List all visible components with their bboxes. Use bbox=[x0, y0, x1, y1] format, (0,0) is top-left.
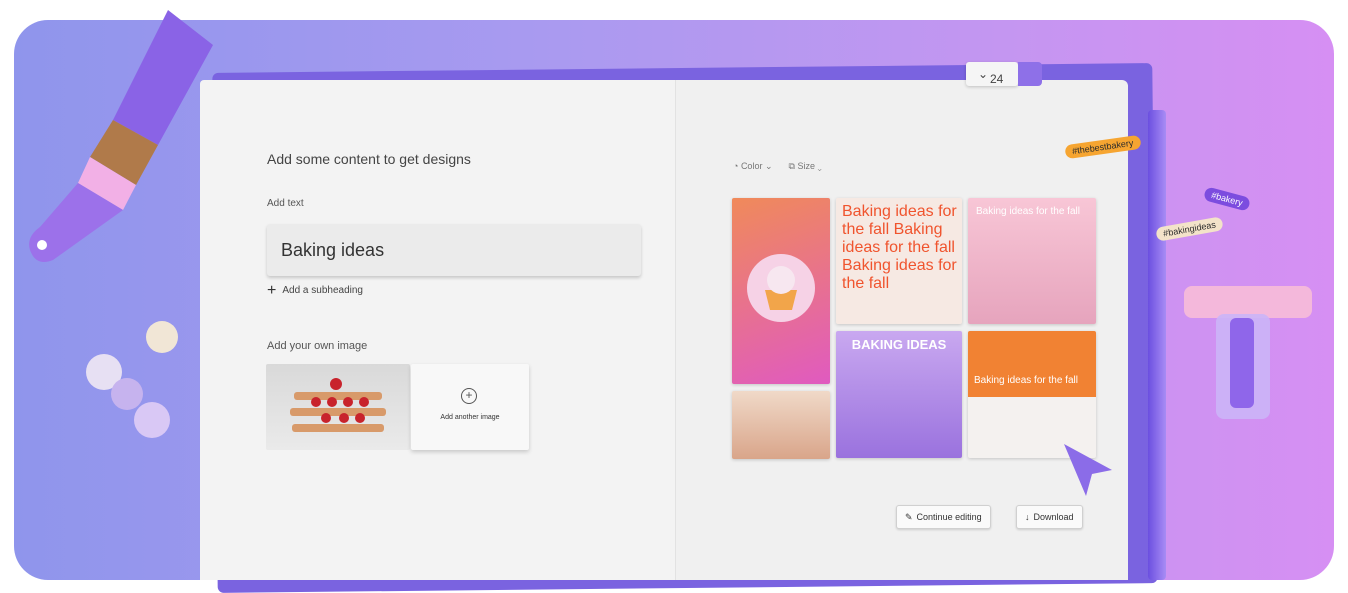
download-button[interactable]: ↓ Download bbox=[1016, 505, 1083, 529]
add-circle-icon: + bbox=[461, 388, 477, 404]
add-text-label: Add text bbox=[267, 198, 304, 209]
design-tile-pink[interactable]: Baking ideas for the fall bbox=[968, 198, 1096, 324]
text-input[interactable]: Baking ideas bbox=[267, 224, 641, 276]
plus-icon: + bbox=[267, 281, 277, 299]
add-subheading-label: Add a subheading bbox=[282, 285, 363, 296]
font-size-value: 24 bbox=[990, 72, 1004, 86]
design-tile-orange-band bbox=[968, 331, 1096, 397]
cursor-icon bbox=[1064, 444, 1112, 496]
size-button[interactable]: ⧉ Size ⌄ bbox=[789, 161, 822, 172]
font-size-dropdown[interactable]: 24 ⌄ bbox=[966, 62, 1018, 86]
design-tile-orange-label: Baking ideas for the fall bbox=[974, 375, 1078, 386]
editor-heading: Add some content to get designs bbox=[267, 151, 471, 167]
font-size-tab bbox=[1018, 62, 1042, 86]
add-image-label: Add your own image bbox=[267, 340, 368, 352]
design-tile-purple-label: BAKING IDEAS bbox=[851, 337, 947, 352]
cake-image bbox=[290, 378, 386, 432]
design-tile-orange[interactable]: Baking ideas for the fall bbox=[968, 331, 1096, 458]
design-tile-cupcake[interactable] bbox=[732, 198, 830, 384]
design-tile-purple[interactable]: BAKING IDEAS bbox=[836, 331, 962, 458]
add-another-image-button[interactable]: + Add another image bbox=[411, 364, 529, 450]
design-toolbar: ◔ Color ⌄ ⧉ Size ⌄ bbox=[733, 161, 822, 172]
color-button[interactable]: ◔ Color ⌄ bbox=[733, 161, 773, 172]
design-tile-pink-label: Baking ideas for the fall bbox=[976, 206, 1080, 217]
continue-editing-button[interactable]: ✎ Continue editing bbox=[896, 505, 991, 529]
text-input-value: Baking ideas bbox=[281, 240, 385, 260]
design-tile-cake[interactable] bbox=[732, 391, 830, 459]
paintbrush-icon bbox=[29, 10, 213, 263]
book-edge bbox=[1148, 110, 1166, 580]
download-label: Download bbox=[1033, 512, 1074, 522]
add-subheading-button[interactable]: + Add a subheading bbox=[267, 281, 363, 299]
download-icon: ↓ bbox=[1025, 512, 1030, 522]
text-tool-icon bbox=[1184, 286, 1312, 419]
pencil-icon: ✎ bbox=[905, 511, 913, 522]
cupcake-image bbox=[747, 254, 815, 322]
uploaded-image[interactable] bbox=[266, 364, 410, 450]
decorative-spheres bbox=[86, 321, 178, 438]
add-another-image-label: Add another image bbox=[440, 414, 500, 421]
design-tile-text-label: Baking ideas for the fall Baking ideas f… bbox=[842, 203, 957, 292]
design-tile-text[interactable]: Baking ideas for the fall Baking ideas f… bbox=[836, 198, 962, 324]
continue-editing-label: Continue editing bbox=[916, 512, 982, 522]
